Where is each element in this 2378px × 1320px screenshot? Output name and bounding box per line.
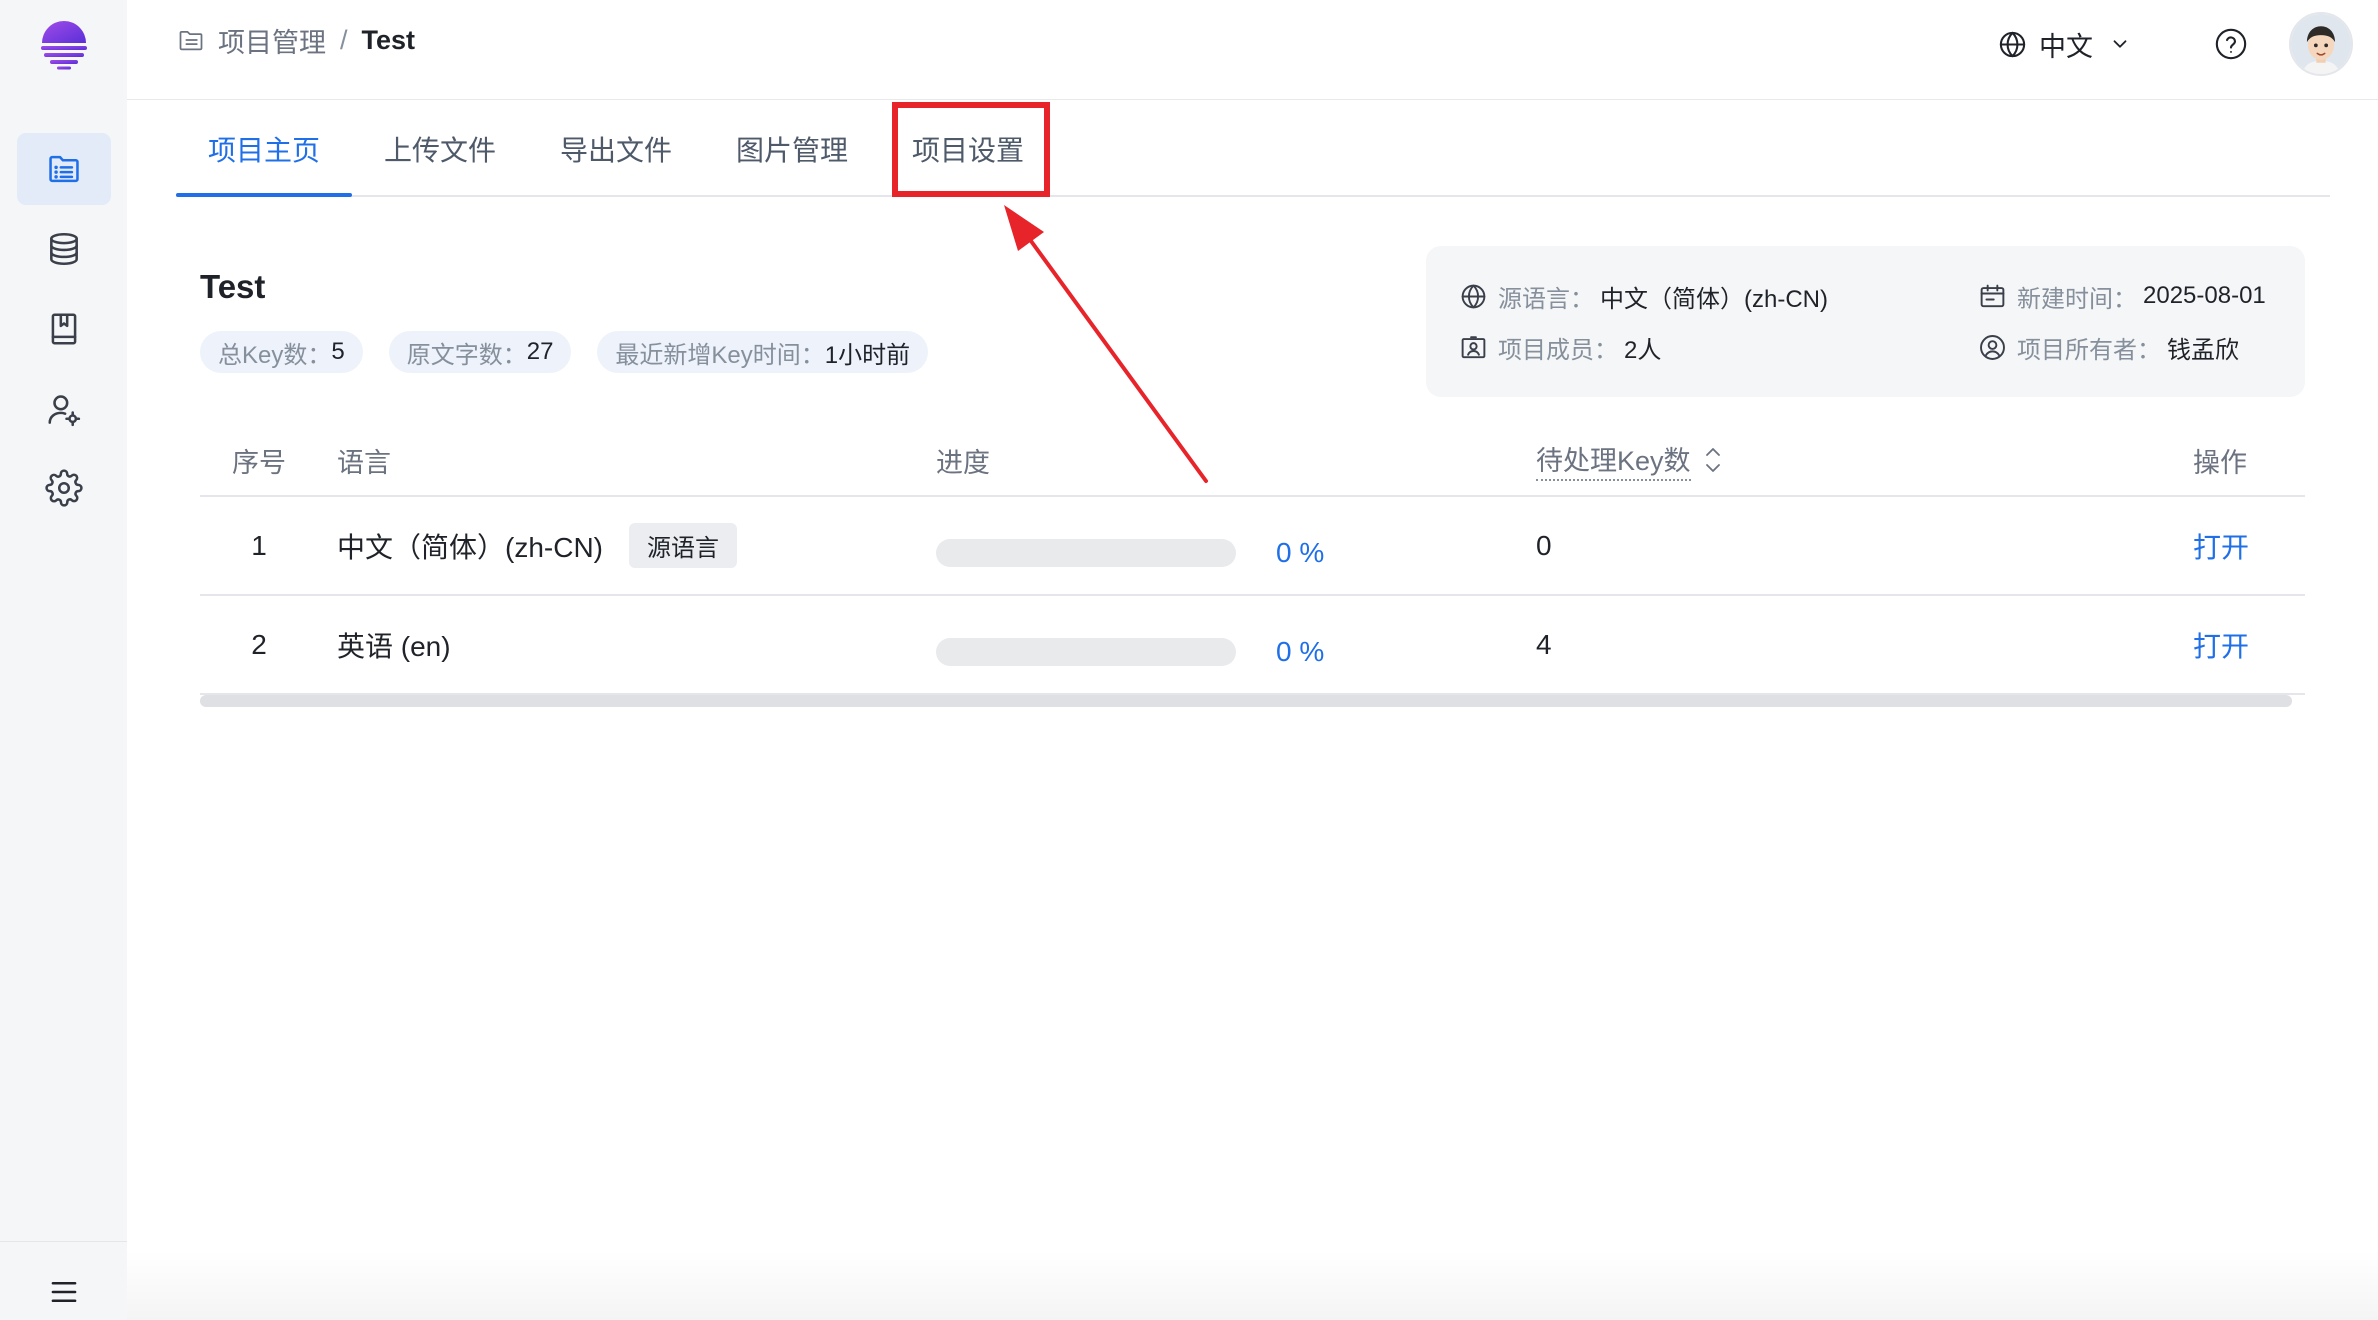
menu-icon[interactable] [45,1273,83,1311]
progress-group: 0 % [936,636,1324,668]
sort-icon[interactable] [1701,442,1725,478]
project-title: Test [200,268,266,305]
info-label: 项目成员： [1498,336,1618,364]
info-label: 项目所有者： [2017,336,2161,364]
user-circle-icon [1978,333,2007,362]
top-header: 项目管理 / Test 中文 [127,0,2378,100]
column-header-pending-keys: 待处理Key数 [1536,425,1725,495]
app-logo-icon[interactable] [38,19,90,71]
info-value: 2025-08-01 [2143,282,2266,309]
cell-action: 打开 [2193,497,2249,594]
tab-image-management[interactable]: 图片管理 [704,102,880,195]
info-value: 钱孟欣 [2167,336,2239,364]
sidebar-item-projects[interactable] [17,133,111,205]
stat-total-keys: 总Key数： 5 [200,331,363,373]
gear-icon [45,469,83,507]
project-stats: 总Key数： 5 原文字数： 27 最近新增Key时间： 1小时前 [200,331,929,373]
cell-language: 英语 (en) [337,596,451,693]
stat-label: 总Key数： [218,341,332,369]
progress-bar [936,637,1236,666]
sidebar-item-database[interactable] [17,213,111,285]
database-icon [45,230,83,268]
column-header-index: 序号 [232,447,286,478]
info-label: 新建时间： [2017,285,2137,313]
tab-upload-files[interactable]: 上传文件 [352,102,528,195]
language-selector[interactable]: 中文 [1997,24,2131,64]
tab-project-home[interactable]: 项目主页 [176,102,352,197]
project-info-card: 源语言： 中文（简体）(zh-CN) 新建时间： 2025-08-01 项目成员… [1426,246,2305,397]
breadcrumb-separator: / [340,24,348,55]
table-row: 2 英语 (en) 0 % 4 打开 [200,596,2305,695]
id-card-icon [1459,333,1488,362]
language-label: 中文 [2039,31,2093,62]
pending-keys-header-label[interactable]: 待处理Key数 [1536,439,1691,481]
stat-value: 5 [331,338,345,365]
info-source-language: 源语言： 中文（简体）(zh-CN) [1459,278,1828,314]
globe-icon [1459,282,1488,311]
tab-project-settings[interactable]: 项目设置 [880,102,1056,195]
column-header-language: 语言 [337,447,391,478]
table-row: 1 中文（简体）(zh-CN) 源语言 0 % 0 打开 [200,497,2305,596]
cell-language: 中文（简体）(zh-CN) 源语言 [337,497,737,594]
file-list-icon [45,150,83,188]
cell-progress: 0 % [936,497,1324,594]
info-created-at: 新建时间： 2025-08-01 [1978,278,2266,314]
stat-value: 1小时前 [824,341,911,369]
bottom-shadow [127,1250,2378,1320]
tab-export-files[interactable]: 导出文件 [528,102,704,195]
sidebar-item-users[interactable] [17,374,111,446]
stat-last-key-added: 最近新增Key时间： 1小时前 [597,331,929,373]
breadcrumb: 项目管理 / Test [177,20,415,60]
column-header-actions: 操作 [2193,447,2247,478]
info-owner: 项目所有者： 钱孟欣 [1978,329,2239,365]
project-tabs: 项目主页 上传文件 导出文件 图片管理 项目设置 [176,102,2330,197]
globe-icon [1997,29,2028,60]
breadcrumb-project-management[interactable]: 项目管理 [218,21,326,60]
progress-bar [936,538,1236,567]
book-icon [45,310,83,348]
language-table: 序号 语言 进度 待处理Key数 操作 1 中文（简体）(zh-CN) 源语言 … [200,425,2305,707]
language-name: 英语 (en) [337,630,451,662]
user-settings-icon [45,391,83,429]
progress-percent: 0 % [1276,536,1325,568]
stat-value: 27 [526,338,554,365]
calendar-icon [1978,282,2007,311]
stat-source-word-count: 原文字数： 27 [388,331,572,373]
cell-index: 1 [251,529,267,561]
open-button[interactable]: 打开 [2193,625,2249,665]
sidebar-item-docs[interactable] [17,293,111,365]
stat-label: 最近新增Key时间： [615,341,825,369]
breadcrumb-current: Test [361,24,416,55]
horizontal-scrollbar[interactable] [200,695,2292,707]
progress-group: 0 % [936,537,1324,569]
cell-pending-keys: 0 [1536,529,1552,561]
progress-percent: 0 % [1276,635,1325,667]
info-members: 项目成员： 2人 [1459,329,1661,365]
language-name: 中文（简体）(zh-CN) [337,531,603,563]
cell-action: 打开 [2193,596,2249,693]
column-header-progress: 进度 [936,447,990,478]
sidebar-divider [0,1241,127,1242]
chevron-down-icon [2109,33,2131,55]
user-avatar[interactable] [2289,12,2353,76]
stat-label: 原文字数： [406,341,527,369]
table-header: 序号 语言 进度 待处理Key数 操作 [200,425,2305,497]
open-button[interactable]: 打开 [2193,526,2249,566]
info-value: 2人 [1624,336,1662,364]
cell-progress: 0 % [936,596,1324,693]
source-language-tag: 源语言 [629,523,737,568]
sidebar [0,0,127,1320]
info-label: 源语言： [1498,285,1594,313]
help-icon[interactable] [2214,27,2248,61]
cell-pending-keys: 4 [1536,628,1552,660]
sidebar-item-settings[interactable] [17,452,111,524]
cell-index: 2 [251,628,267,660]
folder-icon [177,26,205,54]
info-value: 中文（简体）(zh-CN) [1600,285,1828,313]
